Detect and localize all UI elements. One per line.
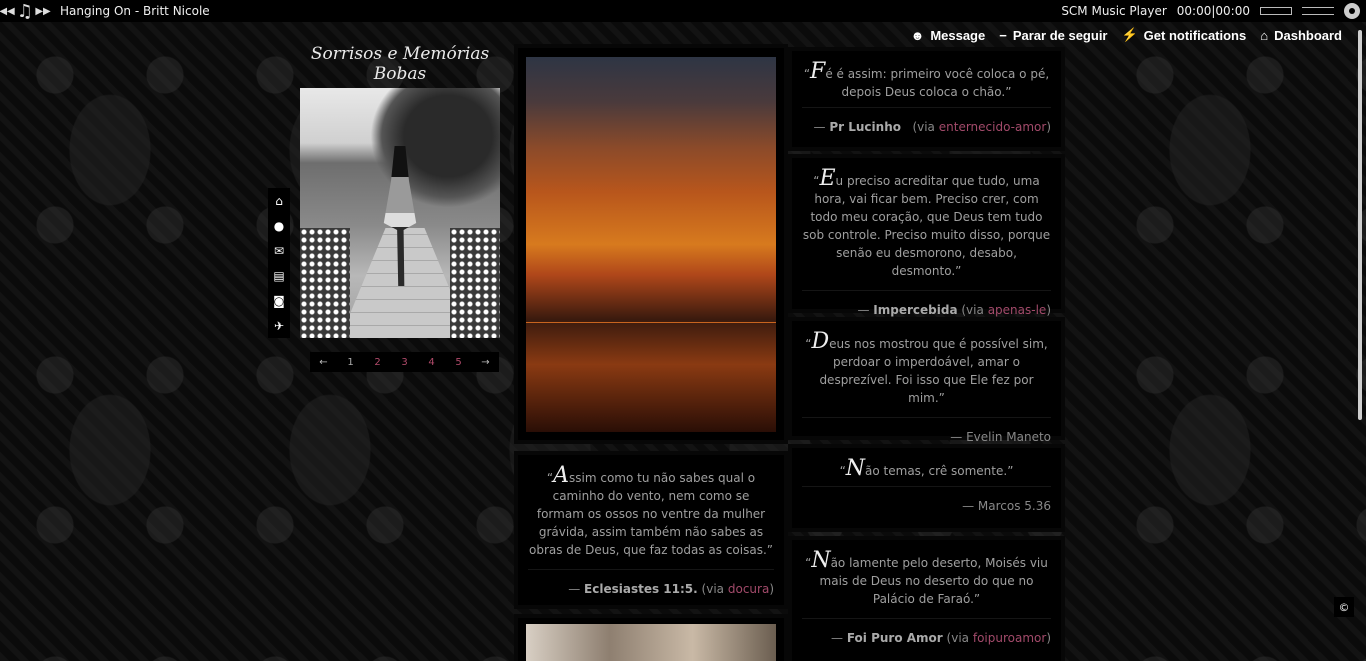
quote-text: “Eu preciso acreditar que tudo, uma hora…: [802, 166, 1051, 279]
dashboard-button[interactable]: ⌂ Dashboard: [1260, 27, 1342, 43]
volume-slider[interactable]: [1302, 7, 1334, 15]
page-5[interactable]: 5: [445, 352, 472, 372]
previous-track-icon[interactable]: ◀◀: [0, 0, 15, 22]
chat-icon[interactable]: ●: [268, 213, 290, 238]
lightning-icon: ⚡: [1121, 27, 1138, 42]
sidebar-links: ⌂ ● ✉ ▤ ◙ ✈: [268, 188, 290, 338]
next-page-icon[interactable]: →: [472, 352, 499, 372]
photo-post-2: [518, 618, 784, 661]
prev-page-icon[interactable]: ←: [310, 352, 337, 372]
player-time: 00:00|00:00: [1176, 4, 1250, 18]
page-4[interactable]: 4: [418, 352, 445, 372]
via-link[interactable]: enternecido-amor: [939, 120, 1047, 134]
via-link[interactable]: apenas-le: [988, 303, 1047, 317]
copyright-icon[interactable]: ©: [1334, 597, 1354, 617]
via-link[interactable]: foipuroamor: [973, 631, 1046, 645]
player-name: SCM Music Player: [1061, 4, 1167, 18]
archive-icon[interactable]: ▤: [268, 263, 290, 288]
blog-title[interactable]: Sorrisos e Memórias Bobas: [292, 44, 508, 84]
quote-post: “Eu preciso acreditar que tudo, uma hora…: [792, 158, 1061, 317]
twitter-icon[interactable]: ✈: [268, 313, 290, 338]
quote-text: “Assim como tu não sabes qual o caminho …: [528, 463, 773, 558]
message-button[interactable]: ☻ Message: [911, 27, 986, 43]
quote-source: — Foi Puro Amor (via foipuroamor): [802, 618, 1051, 655]
page-1[interactable]: 1: [337, 352, 364, 372]
playlist-disc-icon[interactable]: [1344, 3, 1360, 19]
home-icon: ⌂: [1260, 27, 1269, 43]
quote-post: “Não temas, crê somente.” — Marcos 5.36: [792, 448, 1061, 528]
progress-bar[interactable]: [1260, 7, 1292, 15]
quote-source: — Eclesiastes 11:5. (via docura): [528, 569, 774, 606]
instagram-icon[interactable]: ◙: [268, 288, 290, 313]
quote-text: “Não temas, crê somente.”: [839, 456, 1014, 481]
pagination: ← 1 2 3 4 5 →: [310, 352, 499, 372]
quote-post: “Assim como tu não sabes qual o caminho …: [518, 455, 784, 605]
notifications-button[interactable]: ⚡ Get notifications: [1121, 27, 1246, 43]
puppy-photo[interactable]: [526, 624, 776, 661]
quote-source: — Pr Lucinho (via enternecido-amor): [802, 107, 1051, 144]
page-3[interactable]: 3: [391, 352, 418, 372]
photo-post: [518, 48, 784, 440]
quote-text: “Deus nos mostrou que é possível sim, pe…: [805, 329, 1048, 406]
quote-source: — Marcos 5.36: [802, 486, 1051, 523]
quote-post: “Fé é assim: primeiro você coloca o pé, …: [792, 51, 1061, 147]
mail-icon[interactable]: ✉: [268, 238, 290, 263]
home-icon[interactable]: ⌂: [268, 188, 290, 213]
scrollbar[interactable]: [1358, 30, 1362, 420]
current-song: Hanging On - Britt Nicole: [60, 4, 210, 18]
minus-icon: −: [999, 27, 1007, 43]
quote-text: “Fé é assim: primeiro você coloca o pé, …: [803, 59, 1050, 100]
sunset-photo[interactable]: [526, 57, 776, 432]
music-player-bar: ◀◀ ♫ ▶▶ Hanging On - Britt Nicole SCM Mu…: [0, 0, 1366, 22]
quote-post: “Deus nos mostrou que é possível sim, pe…: [792, 321, 1061, 444]
quote-post: “Não lamente pelo deserto, Moisés viu ma…: [792, 540, 1061, 661]
next-track-icon[interactable]: ▶▶: [35, 0, 50, 22]
quote-text: “Não lamente pelo deserto, Moisés viu ma…: [805, 548, 1048, 607]
sidebar-photo: [300, 88, 500, 338]
smiley-icon: ☻: [910, 27, 925, 43]
music-note-icon[interactable]: ♫: [14, 1, 36, 22]
unfollow-button[interactable]: − Parar de seguir: [999, 27, 1107, 43]
via-link[interactable]: docura: [728, 582, 769, 596]
page-2[interactable]: 2: [364, 352, 391, 372]
tumblr-controls: ☻ Message − Parar de seguir ⚡ Get notificat…: [911, 27, 1342, 43]
